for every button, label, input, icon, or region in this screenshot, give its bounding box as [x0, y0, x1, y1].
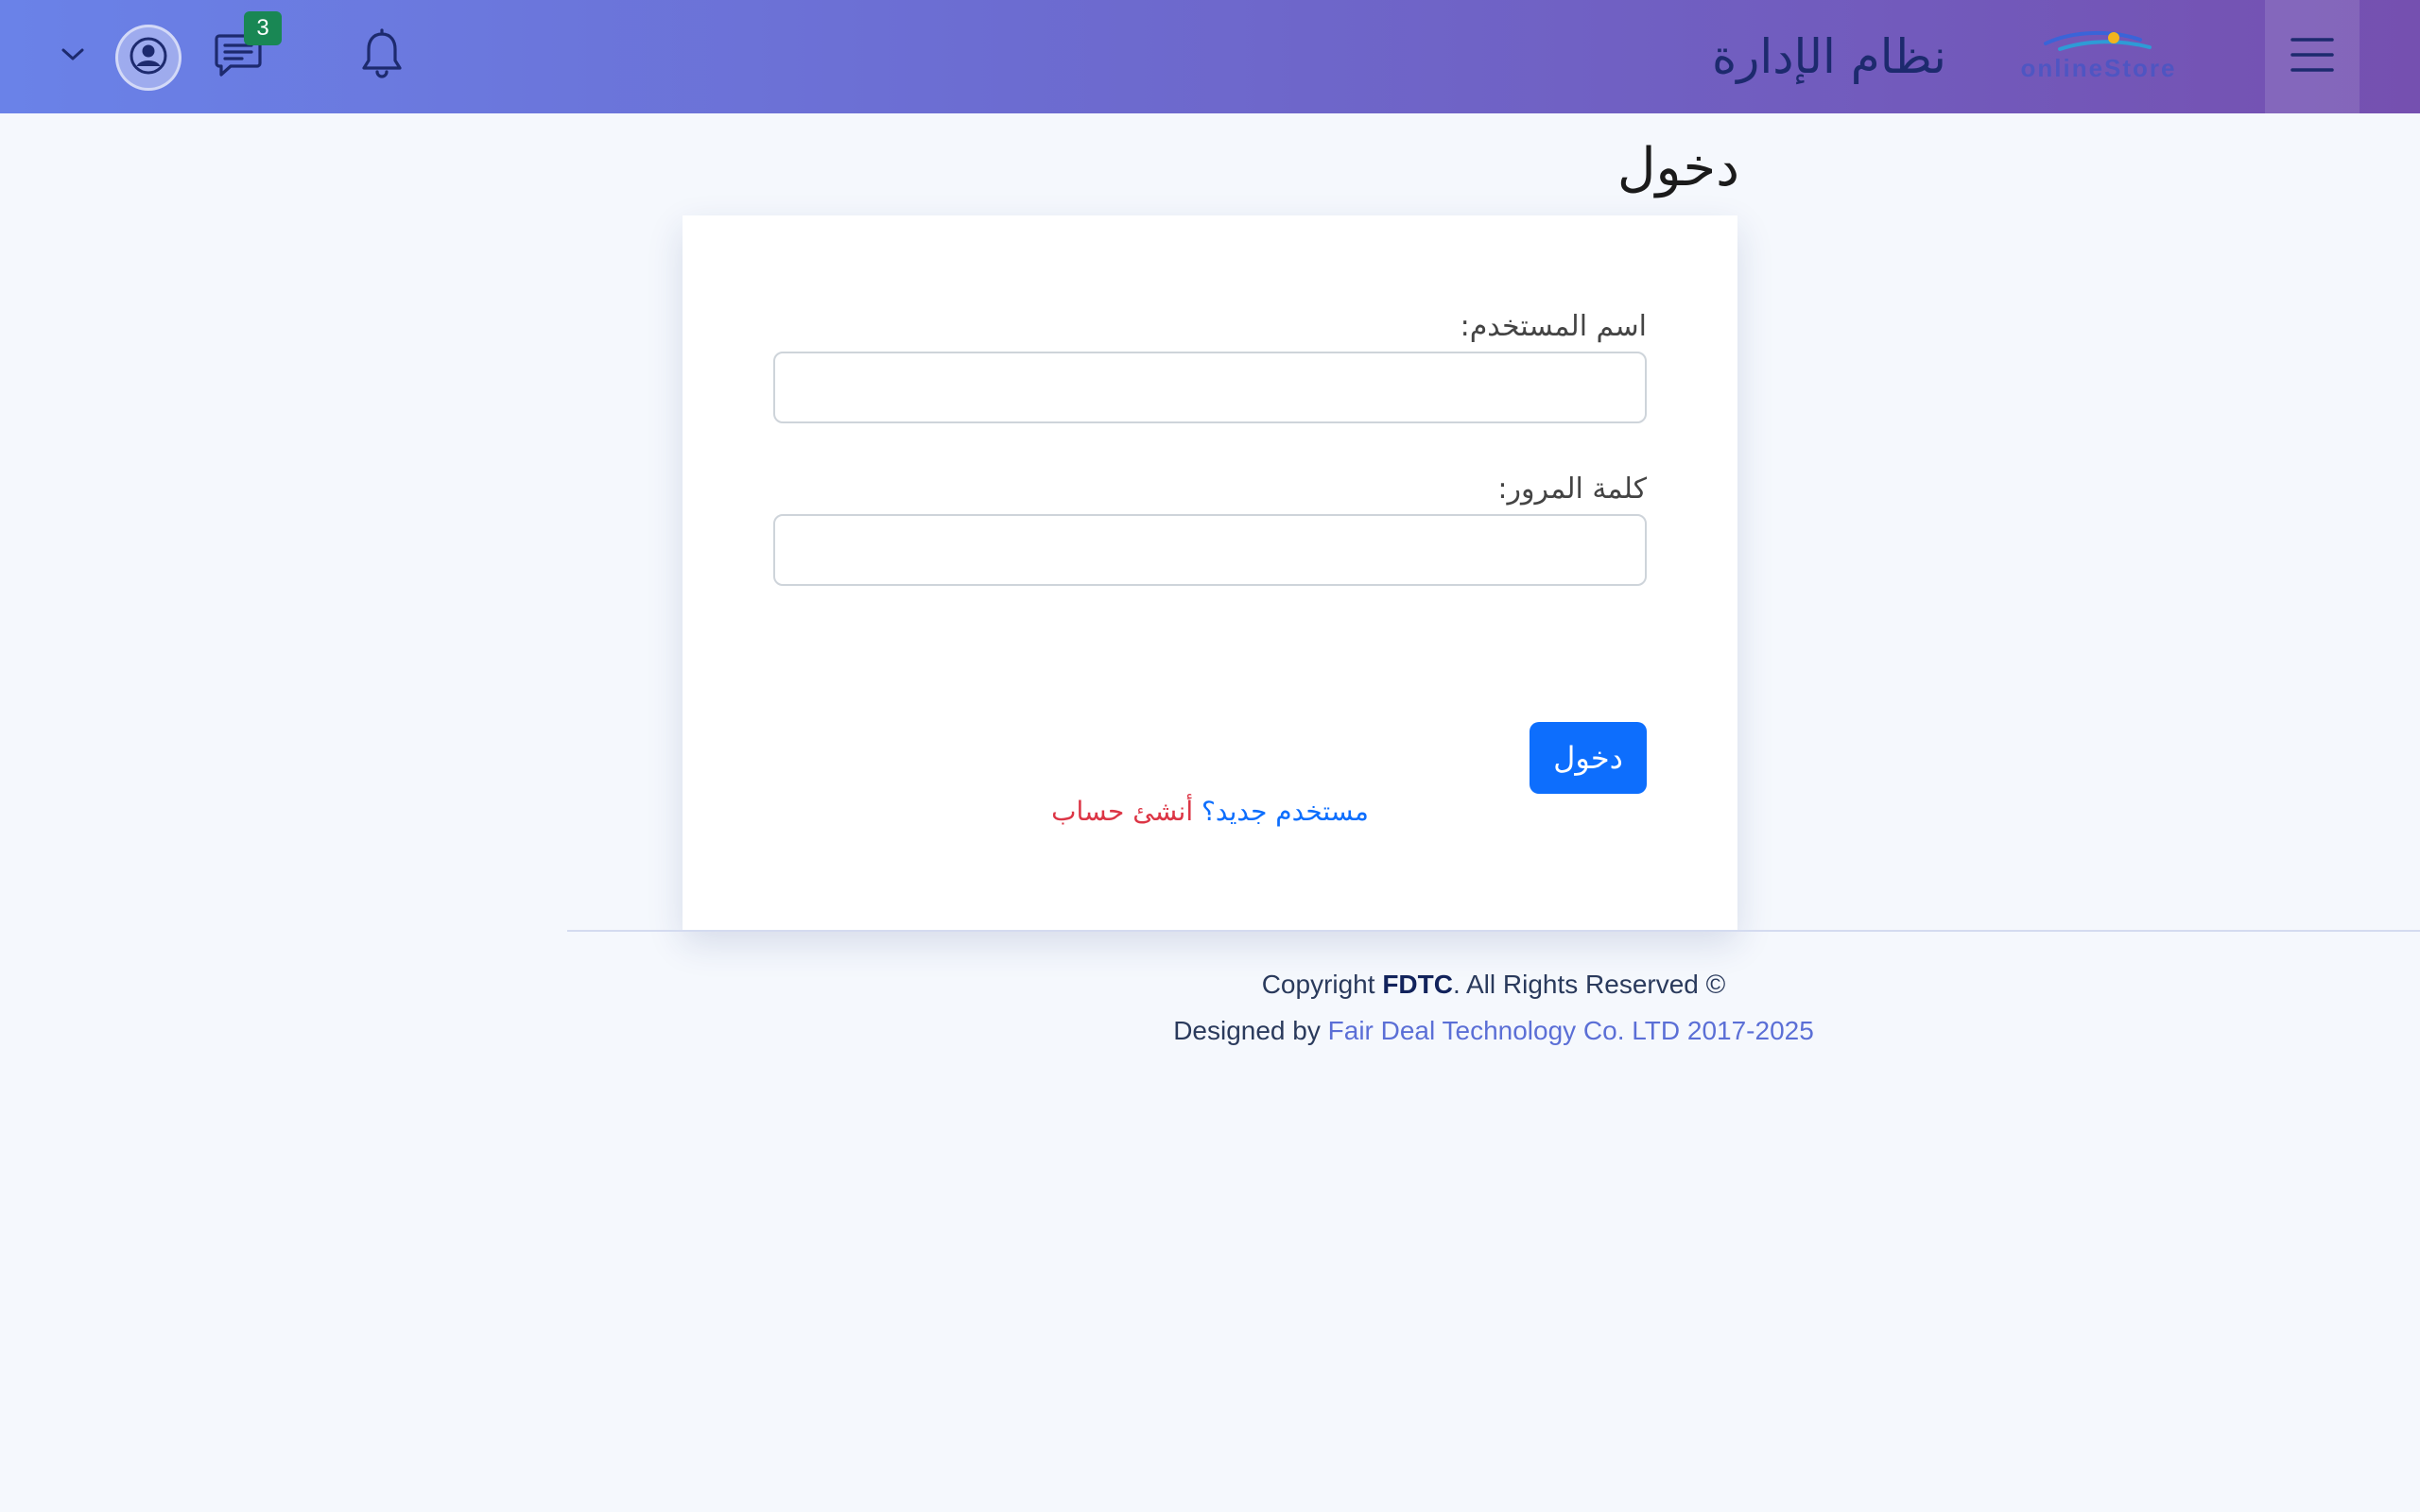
designed-prefix: Designed by — [1173, 1016, 1328, 1045]
footer-divider — [567, 930, 2420, 932]
designer-company-link[interactable]: Fair Deal Technology Co. LTD 2017-2025 — [1328, 1016, 1814, 1045]
copyright-suffix: . All Rights Reserved © — [1452, 970, 1726, 999]
top-navbar: 3 نظام الإدارة onlineStore — [0, 0, 2420, 113]
register-prompt: مستخدم جديد؟ أنشئ حساب — [683, 796, 1737, 827]
new-user-question: مستخدم جديد؟ — [1201, 796, 1369, 827]
logo-text: onlineStore — [2020, 54, 2177, 82]
login-card: اسم المستخدم: كلمة المرور: دخول مستخدم ج… — [683, 215, 1737, 930]
copyright-text: Copyright FDTC. All Rights Reserved © — [1040, 970, 1947, 1000]
page-title: دخول — [1616, 137, 1739, 198]
messages-count-badge: 3 — [244, 11, 282, 45]
app-title: نظام الإدارة — [1712, 29, 1946, 84]
copyright-brand: FDTC — [1382, 970, 1453, 999]
password-input[interactable] — [773, 514, 1647, 586]
username-input[interactable] — [773, 352, 1647, 423]
username-label: اسم المستخدم: — [1460, 310, 1647, 343]
user-circle-icon — [128, 35, 169, 80]
sidebar-toggle-button[interactable] — [2265, 0, 2360, 113]
chevron-down-icon[interactable] — [59, 43, 87, 64]
designed-by-text: Designed by Fair Deal Technology Co. LTD… — [1040, 1016, 1947, 1046]
hamburger-menu-icon — [2289, 34, 2336, 79]
store-logo[interactable]: onlineStore — [2008, 26, 2189, 83]
create-account-link[interactable]: أنشئ حساب — [1051, 796, 1193, 827]
chat-message-icon — [214, 34, 267, 85]
notifications-button[interactable] — [359, 28, 405, 81]
login-button[interactable]: دخول — [1530, 722, 1647, 794]
user-avatar-button[interactable] — [115, 25, 182, 91]
copyright-prefix: Copyright — [1261, 970, 1383, 999]
bell-icon — [359, 28, 405, 85]
password-label: كلمة المرور: — [1497, 472, 1647, 506]
